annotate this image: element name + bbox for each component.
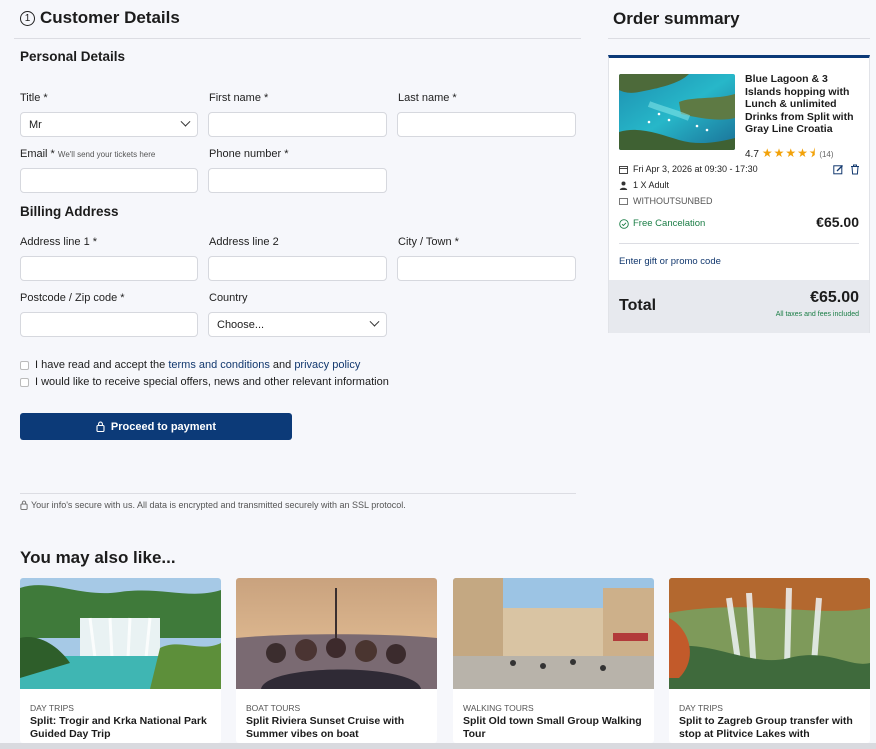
option-code: WITHOUTSUNBED [633,196,713,206]
recommendation-image [669,578,870,689]
offers-text: I would like to receive special offers, … [35,376,389,388]
terms-link[interactable]: terms and conditions [168,359,270,371]
recommendation-card[interactable]: DAY TRIPS Split to Zagreb Group transfer… [669,578,870,743]
free-cancellation-text: Free Cancelation [633,218,706,229]
email-field[interactable] [20,168,198,193]
last-name-field[interactable] [397,112,576,137]
terms-row: I have read and accept the terms and con… [20,359,360,371]
total-label: Total [619,297,657,314]
last-name-label: Last name * [398,92,457,104]
edit-icon[interactable] [833,164,844,175]
recommendation-title: Split to Zagreb Group transfer with stop… [679,715,853,740]
free-cancellation: Free Cancelation [619,218,705,229]
divider [20,493,576,494]
recommendation-title: Split Riviera Sunset Cruise with Summer … [246,715,405,740]
personal-details-heading: Personal Details [20,49,126,64]
guests-row: 1 X Adult [619,180,669,190]
address1-label: Address line 1 * [20,236,98,248]
recommendation-card[interactable]: BOAT TOURS Split Riviera Sunset Cruise w… [236,578,437,743]
order-summary-title: Order summary [613,9,740,28]
ticket-icon [619,197,628,205]
total-bar: Total €65.00 All taxes and fees included [609,280,869,333]
tour-date: Fri Apr 3, 2026 at 09:30 - 17:30 [633,164,758,174]
title-select[interactable]: Mr [20,112,198,137]
check-circle-icon [619,218,629,229]
divider [619,243,859,244]
offers-checkbox[interactable] [20,377,29,387]
recommendation-card[interactable]: DAY TRIPS Split: Trogir and Krka Nationa… [20,578,221,743]
phone-label: Phone number * [209,148,289,160]
proceed-to-payment-button[interactable]: Proceed to payment [20,413,292,440]
terms-and-text: and [272,359,292,371]
postcode-label: Postcode / Zip code * [20,292,125,304]
privacy-link[interactable]: privacy policy [294,359,360,371]
email-label: Email * We'll send your tickets here [20,148,155,160]
person-icon [619,181,628,190]
recommendation-category: WALKING TOURS [463,703,534,713]
recommendation-category: BOAT TOURS [246,703,301,713]
secure-note-text: Your info's secure with us. All data is … [31,500,406,510]
proceed-to-payment-label: Proceed to payment [110,420,217,433]
rating-value: 4.7 [745,149,759,160]
terms-text: I have read and accept the [35,359,166,371]
offers-row: I would like to receive special offers, … [20,376,389,388]
step-number-badge: 1 [20,10,35,26]
recommendation-category: DAY TRIPS [30,703,74,713]
tour-title[interactable]: Blue Lagoon & 3 Islands hopping with Lun… [745,73,865,136]
divider [608,38,870,39]
chevron-down-icon [180,116,191,127]
promo-code-link[interactable]: Enter gift or promo code [619,256,721,267]
total-price: €65.00 [810,289,859,306]
star-rating-icon: ★★★★⯨ [761,146,817,160]
city-label: City / Town * [398,236,459,248]
tour-rating: 4.7 ★★★★⯨ (14) [745,144,834,165]
lock-icon [20,500,28,510]
customer-details-panel: 1 Customer Details Personal Details Titl… [0,0,590,540]
order-summary-card: Blue Lagoon & 3 Islands hopping with Lun… [608,55,870,333]
title-label: Title * [20,92,48,104]
address2-label: Address line 2 [209,236,279,248]
chevron-down-icon [369,316,380,327]
address2-field[interactable] [208,256,387,281]
recommendation-title: Split: Trogir and Krka National Park Gui… [30,715,207,740]
country-select-value: Choose... [217,318,265,331]
first-name-label: First name * [209,92,269,104]
secure-note: Your info's secure with us. All data is … [20,500,406,510]
title-select-value: Mr [29,118,42,131]
divider [14,38,581,39]
review-count: (14) [819,150,834,159]
recommendation-image [236,578,437,689]
recommendation-card[interactable]: WALKING TOURS Split Old town Small Group… [453,578,654,743]
address1-field[interactable] [20,256,198,281]
page-title: Customer Details [40,8,180,27]
total-note: All taxes and fees included [775,311,859,318]
email-hint: We'll send your tickets here [57,150,156,159]
city-field[interactable] [397,256,576,281]
customer-details-header: 1 Customer Details [20,8,180,28]
recommendation-category: DAY TRIPS [679,703,723,713]
guests-count: 1 X Adult [633,180,670,190]
phone-field[interactable] [208,168,387,193]
lock-icon [96,421,105,432]
recommendation-image [453,578,654,689]
terms-checkbox[interactable] [20,360,29,370]
billing-address-heading: Billing Address [20,204,119,219]
tour-image [619,74,735,150]
country-select[interactable]: Choose... [208,312,387,337]
country-label: Country [209,292,248,304]
recommendation-title: Split Old town Small Group Walking Tour [463,715,642,740]
calendar-icon [619,165,628,174]
trash-icon[interactable] [850,164,860,175]
option-row: WITHOUTSUNBED [619,196,713,206]
first-name-field[interactable] [208,112,387,137]
item-actions [833,164,860,175]
recommendation-image [20,578,221,689]
email-label-text: Email * [20,148,55,160]
item-price: €65.00 [816,214,859,230]
postcode-field[interactable] [20,312,198,337]
recommendations-title: You may also like... [20,548,176,567]
tour-date-row: Fri Apr 3, 2026 at 09:30 - 17:30 [619,164,758,174]
horizontal-scrollbar[interactable] [0,743,876,749]
